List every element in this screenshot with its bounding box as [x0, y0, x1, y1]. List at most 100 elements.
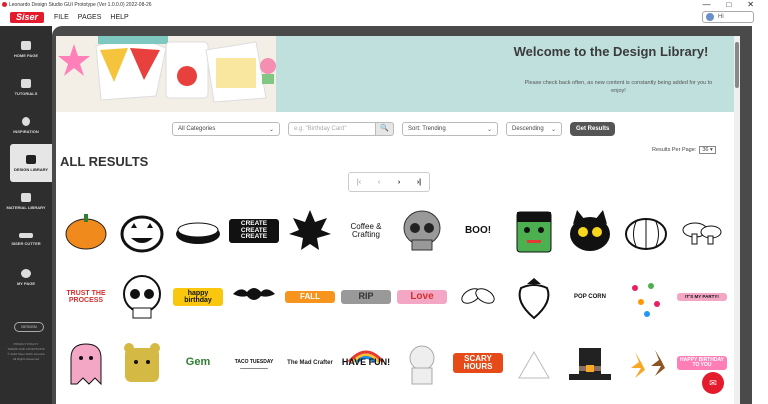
- user-greeting: Hi: [718, 14, 724, 20]
- design-grid: CREATE CREATE CREATE Coffee & Crafting BOO…: [58, 198, 732, 396]
- maximize-button[interactable]: □: [726, 0, 731, 9]
- menubar: Siser FILE PAGES HELP Hi: [0, 9, 768, 26]
- results-heading: ALL RESULTS: [60, 154, 149, 169]
- search-box: e.g. "Birthday Card" 🔍: [288, 122, 394, 136]
- sidebar-item-label: SISER CUTTER: [11, 240, 41, 246]
- sidebar-item-inspiration[interactable]: INSPIRATION: [0, 106, 52, 144]
- design-thumbnail-strawberry[interactable]: [506, 264, 562, 330]
- design-thumbnail-popcorn[interactable]: POP CORN: [562, 264, 618, 330]
- user-menu[interactable]: Hi: [702, 11, 754, 23]
- sidebar-footer: PRIVACY POLICY TERMS AND CONDITIONS © 20…: [4, 342, 48, 362]
- design-toggle-button[interactable]: DESIGN: [14, 322, 44, 332]
- design-thumbnail-maple-leaf[interactable]: [282, 198, 338, 264]
- sidebar-item-siser-cutter[interactable]: SISER CUTTER: [0, 220, 52, 258]
- material-icon: [21, 192, 31, 202]
- design-thumbnail-boo-cat[interactable]: BOO!: [450, 198, 506, 264]
- prev-page-button[interactable]: ‹: [369, 173, 389, 191]
- results-per-page-select[interactable]: 36 ▾: [699, 146, 716, 154]
- design-thumbnail-love[interactable]: Love: [394, 264, 450, 330]
- design-thumbnail-scary-hours[interactable]: SCARY HOURS: [450, 330, 506, 396]
- scrollbar-thumb[interactable]: [735, 42, 739, 88]
- close-button[interactable]: ✕: [747, 0, 754, 9]
- design-thumbnail-taco-tuesday[interactable]: TACO TUESDAY: [226, 330, 282, 396]
- design-thumbnail-coffee-crafting[interactable]: Coffee & Crafting: [338, 198, 394, 264]
- design-thumbnail-its-my-party-cake[interactable]: IT'S MY PARTY!: [674, 264, 730, 330]
- order-value: Descending: [512, 126, 544, 132]
- search-input[interactable]: e.g. "Birthday Card": [288, 122, 376, 136]
- video-icon: [21, 78, 31, 88]
- design-thumbnail-astronaut[interactable]: [394, 330, 450, 396]
- banner-image: [56, 36, 276, 112]
- next-page-button[interactable]: ›: [389, 173, 409, 191]
- banner-title: Welcome to the Design Library!: [513, 44, 709, 59]
- sidebar-item-label: MATERIAL LIBRARY: [6, 204, 46, 210]
- design-thumbnail-bats[interactable]: [226, 264, 282, 330]
- minimize-button[interactable]: —: [702, 0, 710, 9]
- design-thumbnail-pilgrim-hat[interactable]: [562, 330, 618, 396]
- design-thumbnail-rip-tombstone[interactable]: RIP: [338, 264, 394, 330]
- category-select[interactable]: All Categories ⌄: [172, 122, 280, 136]
- sidebar-item-home[interactable]: HOME PAGE: [0, 30, 52, 68]
- design-thumbnail-pumpkin[interactable]: [58, 198, 114, 264]
- first-page-button[interactable]: |‹: [349, 173, 369, 191]
- menu-file[interactable]: FILE: [54, 14, 69, 21]
- sidebar-item-label: TUTORIALS: [14, 90, 38, 96]
- design-thumbnail-mushrooms[interactable]: [674, 198, 730, 264]
- design-thumbnail-pumpkin-outline[interactable]: [618, 198, 674, 264]
- design-thumbnail-skull[interactable]: [394, 198, 450, 264]
- get-results-button[interactable]: Get Results: [570, 122, 616, 136]
- menu-help[interactable]: HELP: [110, 14, 128, 21]
- welcome-banner: Welcome to the Design Library! Please ch…: [56, 36, 734, 112]
- design-thumbnail-pie[interactable]: [170, 198, 226, 264]
- sidebar-item-tutorials[interactable]: TUTORIALS: [0, 68, 52, 106]
- design-text: TACO TUESDAY: [229, 358, 279, 368]
- cutter-icon: [19, 232, 33, 238]
- scrollbar[interactable]: [734, 36, 740, 404]
- lightbulb-icon: [22, 116, 30, 126]
- design-thumbnail-the-mad-crafter[interactable]: The Mad Crafter: [282, 330, 338, 396]
- design-thumbnail-leaves[interactable]: [450, 264, 506, 330]
- design-text: BOO!: [464, 224, 492, 236]
- sort-select[interactable]: Sort: Trending ⌄: [402, 122, 498, 136]
- sidebar-item-my-page[interactable]: MY PAGE: [0, 258, 52, 296]
- design-text: happy birthday: [173, 287, 223, 307]
- design-thumbnail-frankenstein[interactable]: [506, 198, 562, 264]
- category-value: All Categories: [178, 126, 216, 132]
- search-button[interactable]: 🔍: [376, 122, 394, 136]
- design-thumbnail-happy-birthday[interactable]: happy birthday: [170, 264, 226, 330]
- design-thumbnail-floral-pattern[interactable]: [618, 264, 674, 330]
- design-thumbnail-camping[interactable]: [506, 330, 562, 396]
- sidebar-item-design-library[interactable]: DESIGN LIBRARY: [10, 144, 52, 182]
- design-text: Love: [397, 289, 447, 305]
- design-thumbnail-bear-face[interactable]: [114, 330, 170, 396]
- filter-bar: All Categories ⌄ e.g. "Birthday Card" 🔍 S…: [172, 122, 616, 136]
- design-text: HAPPY BIRTHDAY TO YOU: [677, 355, 727, 371]
- design-text: IT'S MY PARTY!: [677, 292, 727, 302]
- design-thumbnail-jack-o-lantern[interactable]: [114, 198, 170, 264]
- order-select[interactable]: Descending ⌄: [506, 122, 562, 136]
- design-text: FALL: [285, 290, 335, 304]
- design-thumbnail-autumn-leaves[interactable]: [618, 330, 674, 396]
- menu-pages[interactable]: PAGES: [78, 14, 102, 21]
- siser-logo[interactable]: Siser: [10, 12, 44, 23]
- sidebar-item-label: HOME PAGE: [13, 52, 39, 58]
- design-thumbnail-trust-the-process[interactable]: TRUST THE PROCESS: [58, 264, 114, 330]
- sidebar-item-label: MY PAGE: [16, 280, 36, 286]
- results-per-page: Results Per Page: 36 ▾: [652, 146, 716, 154]
- sidebar-item-material-library[interactable]: MATERIAL LIBRARY: [0, 182, 52, 220]
- chat-button[interactable]: ✉: [702, 372, 724, 394]
- sidebar: HOME PAGE TUTORIALS INSPIRATION DESIGN L…: [0, 26, 52, 404]
- design-thumbnail-have-fun-rainbow[interactable]: HAVE FUN!: [338, 330, 394, 396]
- design-thumbnail-create-create-create[interactable]: CREATE CREATE CREATE: [226, 198, 282, 264]
- library-icon: [26, 154, 36, 164]
- design-thumbnail-ghost[interactable]: [58, 330, 114, 396]
- design-thumbnail-fall[interactable]: FALL: [282, 264, 338, 330]
- design-thumbnail-black-cat[interactable]: [562, 198, 618, 264]
- design-thumbnail-youre-a-gem[interactable]: Gem: [170, 330, 226, 396]
- avatar: [706, 13, 714, 21]
- results-per-page-label: Results Per Page:: [652, 147, 697, 153]
- sidebar-item-label: DESIGN LIBRARY: [13, 166, 49, 172]
- last-page-button[interactable]: ›|: [409, 173, 429, 191]
- app-icon: [2, 2, 7, 7]
- design-thumbnail-anatomical-skull[interactable]: [114, 264, 170, 330]
